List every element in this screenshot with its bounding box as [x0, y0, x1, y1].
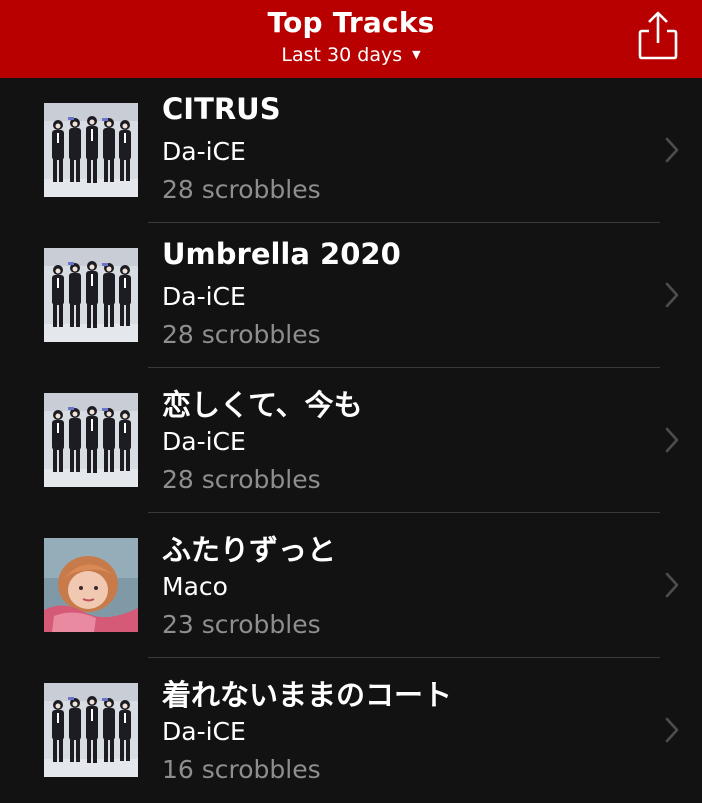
caret-down-icon: ▼	[412, 48, 421, 61]
track-row[interactable]: 着れないままのコート Da-iCE 16 scrobbles	[0, 658, 702, 803]
scrobble-count: 16 scrobbles	[162, 755, 321, 784]
scrobble-count: 28 scrobbles	[162, 175, 321, 204]
share-icon	[638, 11, 678, 60]
scrobble-count: 23 scrobbles	[162, 610, 321, 639]
share-button[interactable]	[634, 10, 682, 62]
period-selector[interactable]: Last 30 days ▼	[0, 44, 702, 66]
album-art	[44, 248, 138, 342]
track-row[interactable]: Umbrella 2020 Da-iCE 28 scrobbles	[0, 223, 702, 368]
track-row[interactable]: CITRUS Da-iCE 28 scrobbles	[0, 78, 702, 223]
scrobble-count: 28 scrobbles	[162, 465, 321, 494]
chevron-right-icon	[665, 717, 679, 743]
chevron-right-icon	[665, 137, 679, 163]
track-title: CITRUS	[162, 92, 281, 126]
scrobble-count: 28 scrobbles	[162, 320, 321, 349]
track-title: 恋しくて、今も	[162, 388, 363, 422]
album-art	[44, 683, 138, 777]
page-title: Top Tracks	[267, 6, 435, 39]
chevron-right-icon	[665, 427, 679, 453]
track-list: CITRUS Da-iCE 28 scrobbles Umbrella 2020…	[0, 78, 702, 803]
chevron-right-icon	[665, 282, 679, 308]
track-title: 着れないままのコート	[162, 678, 453, 712]
chevron-right-icon	[665, 572, 679, 598]
album-art	[44, 538, 138, 632]
track-artist: Da-iCE	[162, 717, 246, 746]
album-art	[44, 103, 138, 197]
period-label: Last 30 days	[281, 44, 403, 66]
track-title: ふたりずっと	[162, 533, 337, 567]
track-row[interactable]: ふたりずっと Maco 23 scrobbles	[0, 513, 702, 658]
track-artist: Da-iCE	[162, 427, 246, 456]
navigation-bar: Top Tracks Last 30 days ▼	[0, 0, 702, 78]
track-artist: Maco	[162, 572, 228, 601]
track-artist: Da-iCE	[162, 282, 246, 311]
track-row[interactable]: 恋しくて、今も Da-iCE 28 scrobbles	[0, 368, 702, 513]
track-title: Umbrella 2020	[162, 237, 401, 271]
track-artist: Da-iCE	[162, 137, 246, 166]
album-art	[44, 393, 138, 487]
